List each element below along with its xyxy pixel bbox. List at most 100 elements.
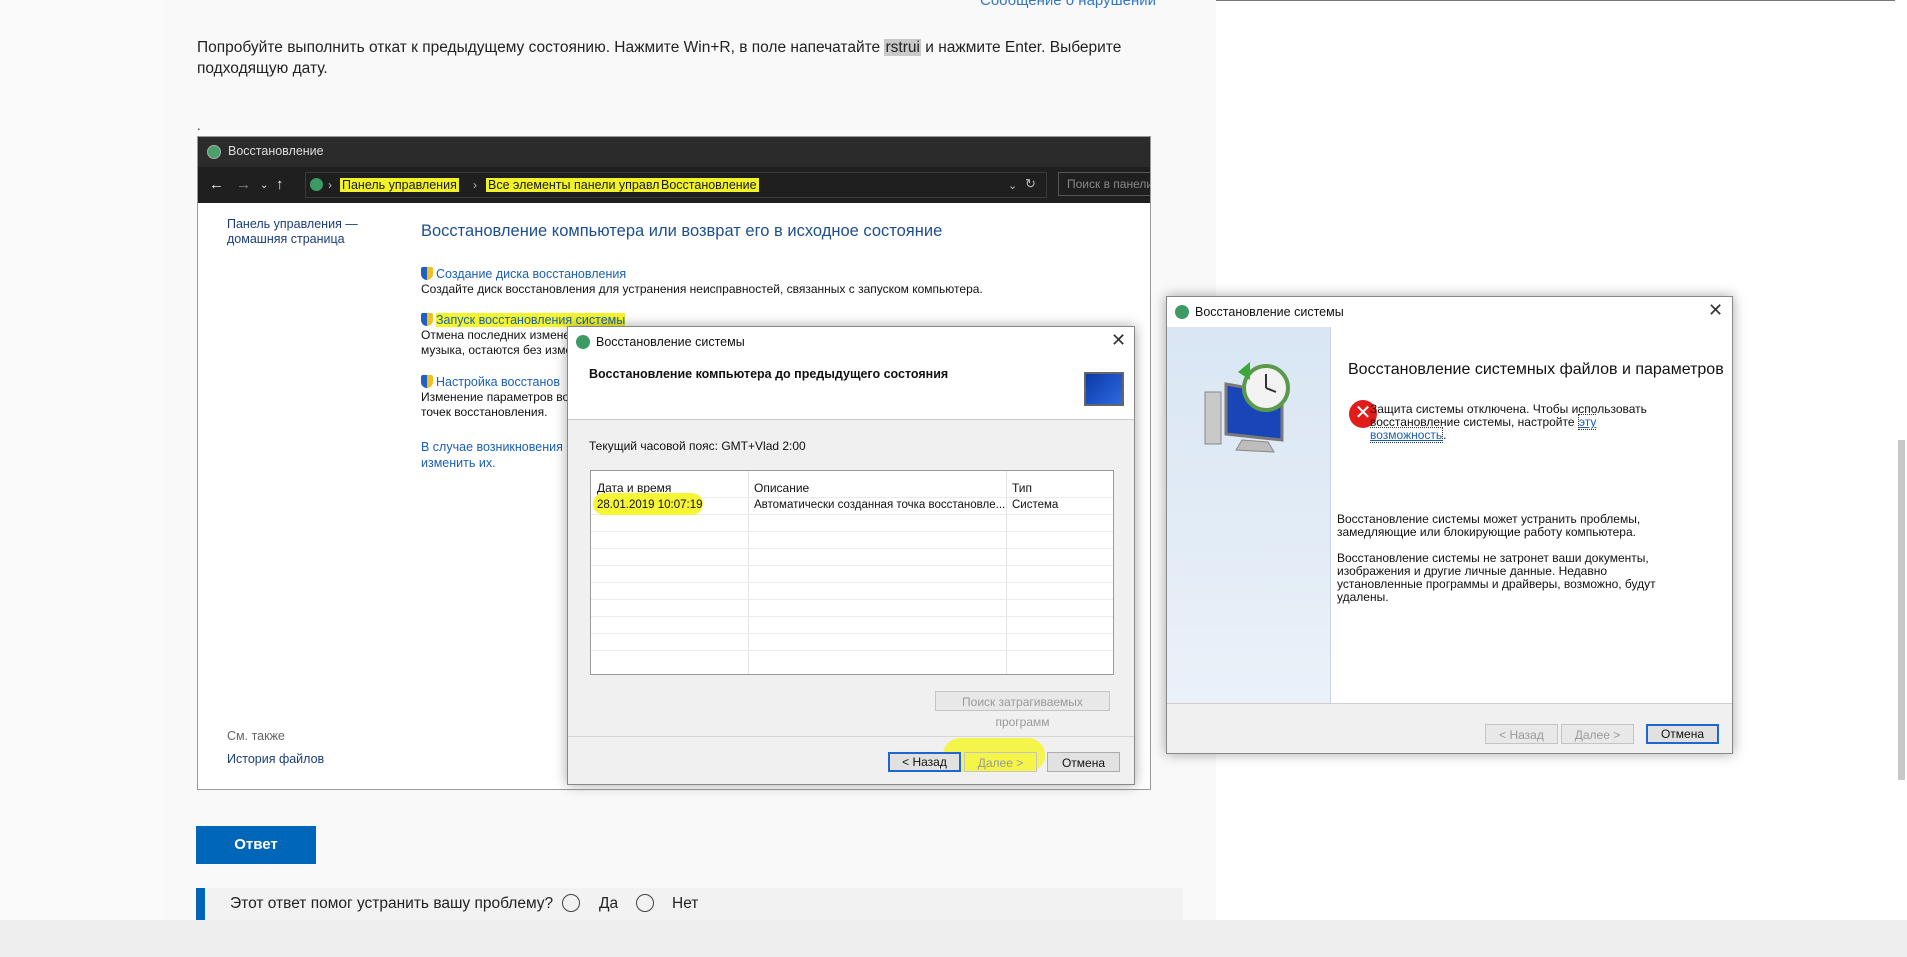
- timezone-label: Текущий часовой пояс: GMT+Vlad 2:00: [589, 439, 806, 453]
- configure-system-restore-link[interactable]: Настройка восстанов: [436, 375, 560, 389]
- history-chevron-icon[interactable]: ⌄: [260, 180, 268, 191]
- configure-restore-desc-2: точек восстановления.: [421, 405, 548, 419]
- restore-point-description[interactable]: Автоматически созданная точка восстановл…: [754, 499, 1005, 511]
- control-panel-home-link[interactable]: Панель управления — домашняя страница: [227, 217, 367, 247]
- top-divider: [1216, 0, 1907, 1]
- dialog-header: Восстановление компьютера до предыдущего…: [568, 357, 1134, 420]
- command-highlight: rstrui: [884, 39, 921, 56]
- row-line: [591, 548, 1113, 549]
- dialog-sidebar: [1167, 327, 1331, 703]
- cancel-button[interactable]: Отмена: [1047, 752, 1120, 772]
- recovery-item: Настройка восстанов: [421, 373, 560, 391]
- monitor-restore-icon: [1084, 372, 1124, 406]
- back-button[interactable]: < Назад: [888, 752, 961, 772]
- info-paragraph-2: Восстановление системы не затронет ваши …: [1337, 551, 1656, 604]
- column-divider: [1006, 471, 1007, 674]
- back-arrow-icon[interactable]: ←: [209, 176, 224, 193]
- page-title: Восстановление компьютера или возврат ег…: [421, 222, 943, 240]
- breadcrumb-control-panel[interactable]: Панель управления: [340, 178, 459, 192]
- uac-shield-icon: [421, 375, 433, 388]
- row-line: [591, 531, 1113, 532]
- scrollbar-thumb[interactable]: [1898, 440, 1905, 780]
- next-button[interactable]: Далее >: [1561, 724, 1634, 744]
- restore-point-type[interactable]: Система: [1012, 499, 1058, 511]
- dialog-divider: [568, 736, 1134, 737]
- answer-text: Попробуйте выполнить откат к предыдущему…: [197, 37, 1182, 79]
- stray-dot: .: [197, 118, 201, 133]
- info-paragraph-1: Восстановление системы может устранить п…: [1337, 512, 1641, 539]
- row-line: [591, 650, 1113, 651]
- report-abuse-link[interactable]: Сообщение о нарушении: [980, 0, 1156, 9]
- no-radio[interactable]: [636, 894, 654, 912]
- footer-band: [0, 920, 1907, 957]
- file-history-link[interactable]: История файлов: [227, 752, 324, 766]
- restore-point-date[interactable]: 28.01.2019 10:07:19: [597, 499, 703, 511]
- open-system-restore-desc-2: музыка, остаются без изме: [421, 343, 573, 357]
- control-panel-titlebar: Восстановление: [198, 137, 1150, 167]
- see-also-label: См. также: [227, 729, 285, 743]
- error-message-text: Защита системы отключена. Чтобы использо…: [1370, 402, 1647, 429]
- cancel-button[interactable]: Отмена: [1646, 724, 1719, 744]
- protection-disabled-message: Защита системы отключена. Чтобы использо…: [1370, 402, 1660, 443]
- recovery-app-icon: [207, 145, 221, 159]
- open-system-restore-desc-1: Отмена последних измене: [421, 328, 571, 342]
- page-background-left: [0, 0, 163, 920]
- address-dropdown-icon[interactable]: ⌄: [1008, 179, 1017, 192]
- back-button[interactable]: < Назад: [1485, 724, 1558, 744]
- system-restore-icon: [1175, 305, 1189, 319]
- row-line: [591, 582, 1113, 583]
- forward-arrow-icon[interactable]: →: [236, 176, 251, 193]
- restore-points-table[interactable]: Дата и время Описание Тип 28.01.2019 10:…: [590, 470, 1114, 675]
- control-panel-icon: [310, 178, 323, 191]
- row-line: [591, 565, 1113, 566]
- address-bar[interactable]: › Панель управления › Все элементы панел…: [305, 172, 1047, 198]
- error-message-end: .: [1443, 428, 1447, 442]
- dialog-heading: Восстановление компьютера до предыдущего…: [589, 367, 949, 381]
- dialog-heading: Восстановление системных файлов и параме…: [1348, 361, 1724, 378]
- restore-points-dialog: Восстановление системы ✕ Восстановление …: [567, 326, 1135, 785]
- row-line: [591, 633, 1113, 634]
- reset-pc-link-1[interactable]: В случае возникновения н: [421, 440, 573, 454]
- dialog-titlebar: Восстановление системы ✕: [568, 327, 1134, 357]
- dialog-title: Восстановление системы: [1195, 305, 1344, 319]
- column-header-type[interactable]: Тип: [1012, 481, 1032, 495]
- feedback-accent: [196, 888, 205, 920]
- close-icon[interactable]: ✕: [1708, 300, 1723, 321]
- breadcrumb-separator-icon: ›: [473, 178, 477, 192]
- system-restore-icon: [576, 335, 590, 349]
- open-system-restore-link[interactable]: Запуск восстановления системы: [436, 313, 626, 327]
- yes-radio[interactable]: [562, 894, 580, 912]
- monitor-clock-icon: [1204, 362, 1290, 453]
- up-arrow-icon[interactable]: ↑: [276, 176, 284, 193]
- feedback-bar: Этот ответ помог устранить вашу проблему…: [196, 888, 1183, 920]
- intro-text-start: Попробуйте выполнить откат к предыдущему…: [197, 39, 885, 56]
- answer-button[interactable]: Ответ: [196, 826, 316, 864]
- no-label[interactable]: Нет: [672, 895, 698, 913]
- dialog-titlebar: Восстановление системы ✕: [1167, 297, 1732, 327]
- column-divider: [748, 471, 749, 674]
- reset-pc-link-2[interactable]: изменить их.: [421, 456, 496, 470]
- feedback-question: Этот ответ помог устранить вашу проблему…: [230, 895, 554, 912]
- dialog-title: Восстановление системы: [596, 335, 745, 349]
- row-line: [591, 616, 1113, 617]
- column-header-description[interactable]: Описание: [754, 481, 809, 495]
- next-button[interactable]: Далее >: [964, 752, 1037, 772]
- close-icon[interactable]: ✕: [1111, 330, 1126, 351]
- uac-shield-icon: [421, 267, 433, 280]
- search-input[interactable]: Поиск в панели: [1058, 172, 1150, 196]
- control-panel-navbar: ← → ⌄ ↑ › Панель управления › Все элемен…: [198, 167, 1150, 203]
- row-line: [591, 599, 1113, 600]
- yes-label[interactable]: Да: [599, 895, 618, 913]
- breadcrumb-separator-icon: ›: [328, 178, 332, 192]
- scan-affected-programs-button[interactable]: Поиск затрагиваемых программ: [935, 691, 1110, 729]
- recovery-item: Создание диска восстановления: [421, 265, 626, 283]
- breadcrumb-separator-icon: ›: [647, 178, 651, 192]
- refresh-icon[interactable]: ↻: [1025, 176, 1036, 192]
- dialog-body: Восстановление системных файлов и параме…: [1167, 327, 1732, 704]
- configure-restore-desc-1: Изменение параметров во: [421, 390, 570, 404]
- uac-shield-icon: [421, 313, 433, 326]
- breadcrumb-recovery[interactable]: Восстановление: [659, 178, 759, 192]
- create-recovery-drive-link[interactable]: Создание диска восстановления: [436, 267, 626, 281]
- create-recovery-drive-desc: Создайте диск восстановления для устране…: [421, 282, 983, 296]
- system-restore-dialog: Восстановление системы ✕ Восстановление …: [1166, 296, 1733, 754]
